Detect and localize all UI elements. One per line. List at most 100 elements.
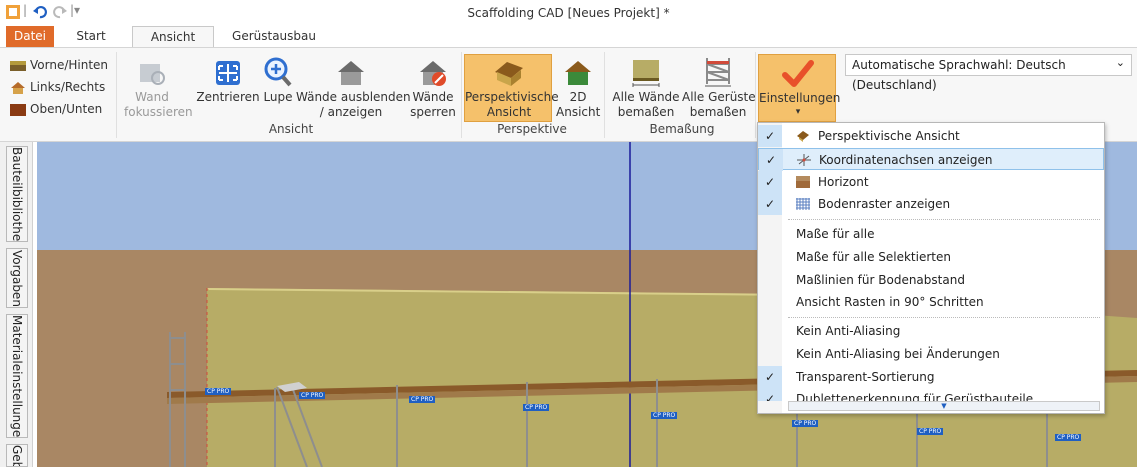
einstellungen-button[interactable]: Einstellungen ▾ xyxy=(758,54,841,122)
menu-item-label: Maße für alle Selektierten xyxy=(796,250,951,264)
menu-item-label: Kein Anti-Aliasing bei Änderungen xyxy=(796,347,1000,361)
lupe-button[interactable]: Lupe xyxy=(261,54,295,120)
check-icon: ✓ xyxy=(758,171,782,193)
horizon-icon xyxy=(796,176,810,188)
menu-item-label: Horizont xyxy=(818,175,869,189)
checkmark-icon xyxy=(782,60,814,87)
house-side-icon xyxy=(11,82,25,94)
wand-fokussieren-label-2: fokussieren xyxy=(124,105,193,119)
grid-icon xyxy=(796,198,810,210)
menu-item-transparent-sortierung[interactable]: ✓ Transparent-Sortierung xyxy=(758,366,1104,388)
group-label-perspektive: Perspektive xyxy=(497,122,567,136)
side-tab-materialeinstellungen[interactable]: Materialeinstellungen xyxy=(6,314,28,438)
menu-item-label: Bodenraster anzeigen xyxy=(818,197,951,211)
alle-gerueste-label-2: bemaßen xyxy=(689,105,747,119)
einstellungen-label: Einstellungen xyxy=(759,91,841,105)
group-label-ansicht: Ansicht xyxy=(268,122,314,136)
perspektivische-label-1: Perspektivische xyxy=(465,90,559,104)
waende-sperren-label-2: sperren xyxy=(410,105,456,119)
menu-item-label: Maßlinien für Bodenabstand xyxy=(796,273,965,287)
menu-item-bodenraster[interactable]: ✓ Bodenraster anzeigen xyxy=(758,193,1104,215)
alle-waende-label-2: bemaßen xyxy=(617,105,675,119)
axes-icon xyxy=(797,154,811,166)
brand-tag: CP PRO xyxy=(409,396,436,403)
ribbon-separator xyxy=(755,52,756,138)
menu-item-label: Koordinatenachsen anzeigen xyxy=(819,153,993,167)
wall-front-icon xyxy=(10,61,26,71)
brand-tag: CP PRO xyxy=(651,412,678,419)
brand-tag: CP PRO xyxy=(205,388,232,395)
tab-geruestausbau[interactable]: Gerüstausbau xyxy=(226,26,322,48)
check-icon: ✓ xyxy=(759,149,783,171)
tab-datei[interactable]: Datei xyxy=(6,26,54,48)
scaffold-dimension-icon xyxy=(705,58,731,87)
app-title: Scaffolding CAD [Neues Projekt] * xyxy=(467,6,670,20)
language-select[interactable]: Automatische Sprachwahl: Deutsch (Deutsc… xyxy=(845,54,1132,92)
wall-dimension-icon xyxy=(632,60,660,87)
view-top-bottom-label: Oben/Unten xyxy=(30,102,103,116)
alle-waende-label-1: Alle Wände xyxy=(612,90,680,104)
menu-scroll-down-button[interactable]: ▼ xyxy=(788,401,1100,411)
zentrieren-label: Zentrieren xyxy=(196,90,260,104)
perspektivische-ansicht-button[interactable]: Perspektivische Ansicht xyxy=(464,54,559,122)
house-lock-icon xyxy=(420,61,446,86)
alle-gerueste-label-1: Alle Gerüste xyxy=(682,90,756,104)
tab-ansicht[interactable]: Ansicht xyxy=(132,26,214,49)
menu-item-masslinien-bodenabstand[interactable]: Maßlinien für Bodenabstand xyxy=(758,269,1104,291)
wand-fokussieren-label-1: Wand xyxy=(135,90,169,104)
side-tab-gebaeude[interactable]: Gebäude xyxy=(6,444,28,467)
menu-item-ansicht-rasten[interactable]: Ansicht Rasten in 90° Schritten xyxy=(758,291,1104,313)
ribbon-separator xyxy=(116,52,117,138)
waende-ausblenden-button[interactable]: Wände ausblenden / anzeigen xyxy=(296,54,411,120)
ansicht-2d-label-1: 2D xyxy=(569,90,587,104)
menu-item-koordinatenachsen[interactable]: ✓ Koordinatenachsen anzeigen xyxy=(758,148,1104,171)
ansicht-2d-label-2: Ansicht xyxy=(556,105,601,119)
side-tab-bauteilbibliothek[interactable]: Bauteilbibliothek xyxy=(6,146,28,242)
menu-item-label: Ansicht Rasten in 90° Schritten xyxy=(796,295,984,309)
waende-sperren-button[interactable]: Wände sperren xyxy=(408,54,458,120)
menu-item-label: Perspektivische Ansicht xyxy=(818,129,960,143)
menu-separator xyxy=(788,219,1100,220)
menu-item-masse-alle[interactable]: Maße für alle xyxy=(758,223,1104,245)
title-bar: | |▾ Scaffolding CAD [Neues Projekt] * xyxy=(0,0,1137,24)
chevron-down-icon: ▾ xyxy=(795,107,801,117)
zentrieren-button[interactable]: Zentrieren xyxy=(196,54,260,120)
lupe-label: Lupe xyxy=(263,90,293,104)
menu-separator xyxy=(788,317,1100,318)
menu-item-kein-anti-aliasing[interactable]: Kein Anti-Aliasing xyxy=(758,320,1104,342)
center-icon xyxy=(216,61,240,85)
waende-ausblenden-label-1: Wände ausblenden xyxy=(296,90,411,104)
view-left-right-label: Links/Rechts xyxy=(30,80,106,94)
tab-start[interactable]: Start xyxy=(66,26,116,48)
check-icon: ✓ xyxy=(758,125,782,147)
side-tab-vorgaben[interactable]: Vorgaben xyxy=(6,248,28,308)
menu-item-kein-anti-aliasing-aenderungen[interactable]: Kein Anti-Aliasing bei Änderungen xyxy=(758,343,1104,365)
house-icon xyxy=(797,131,809,142)
menu-item-label: Dublettenerkennung für Gerüstbauteile xyxy=(796,392,1034,401)
chevron-down-icon: ⌄ xyxy=(1115,56,1125,69)
alle-gerueste-bemassen-button[interactable]: Alle Gerüste bemaßen xyxy=(682,54,756,120)
perspektivische-label-2: Ansicht xyxy=(486,105,532,119)
brand-tag: CP PRO xyxy=(299,392,326,399)
waende-ausblenden-label-2: / anzeigen xyxy=(319,105,383,119)
wand-fokussieren-button[interactable]: Wand fokussieren xyxy=(124,54,193,120)
roof-top-icon xyxy=(10,104,26,116)
brand-tag: CP PRO xyxy=(1055,434,1082,441)
ribbon-separator xyxy=(461,52,462,138)
menu-item-dublettenerkennung[interactable]: ✓ Dublettenerkennung für Gerüstbauteile xyxy=(758,388,1104,401)
brand-tag: CP PRO xyxy=(523,404,550,411)
house-2d-icon xyxy=(565,61,591,85)
menu-item-perspektivische-ansicht[interactable]: ✓ Perspektivische Ansicht xyxy=(758,125,1104,147)
check-icon: ✓ xyxy=(758,388,782,401)
einstellungen-menu: ✓ Perspektivische Ansicht ✓ Koordinatena… xyxy=(757,122,1105,414)
check-icon: ✓ xyxy=(758,366,782,388)
waende-sperren-label-1: Wände xyxy=(412,90,454,104)
view-front-back-label: Vorne/Hinten xyxy=(30,58,109,72)
menu-item-masse-selektierte[interactable]: Maße für alle Selektierten xyxy=(758,246,1104,268)
ribbon-separator xyxy=(604,52,605,138)
alle-waende-bemassen-button[interactable]: Alle Wände bemaßen xyxy=(610,54,682,120)
menu-item-label: Maße für alle xyxy=(796,227,875,241)
house-gray-icon xyxy=(338,61,364,85)
menu-item-horizont[interactable]: ✓ Horizont xyxy=(758,171,1104,193)
ansicht-2d-button[interactable]: 2D Ansicht xyxy=(556,54,600,120)
